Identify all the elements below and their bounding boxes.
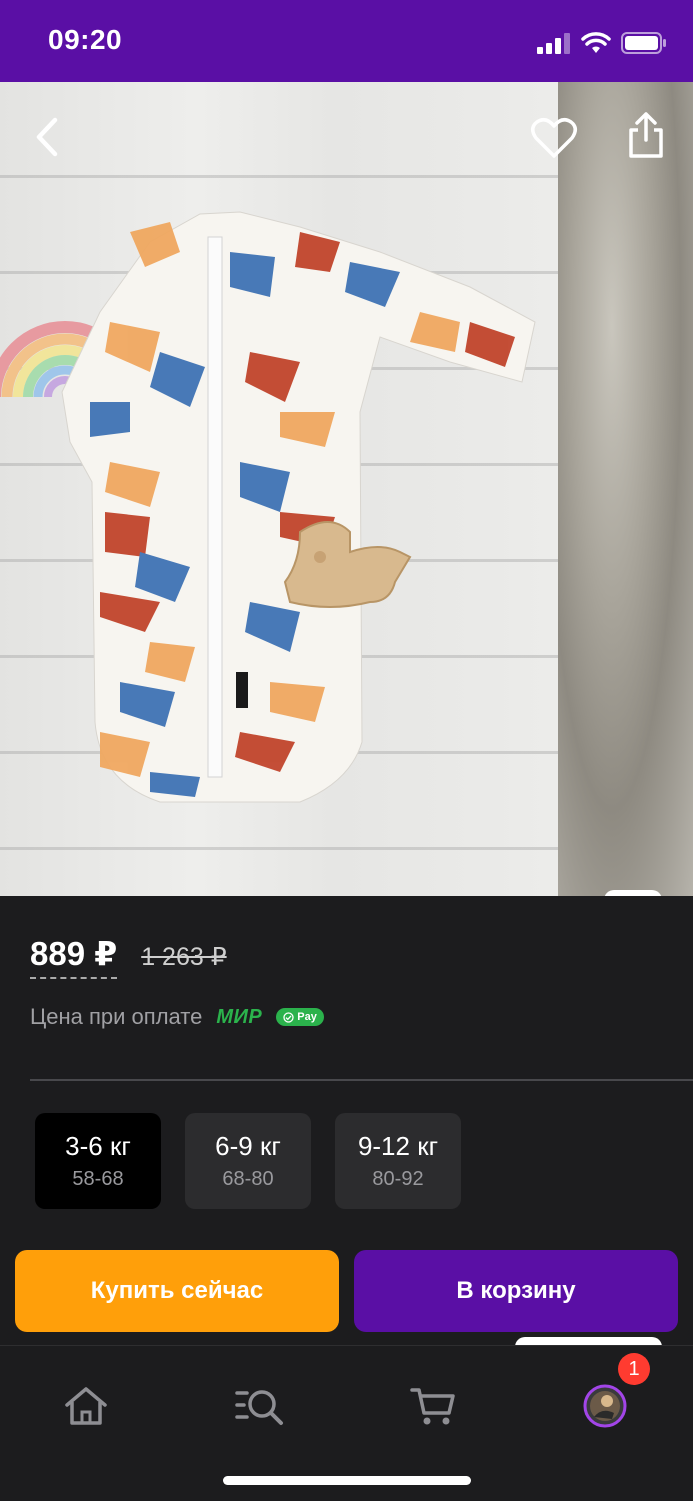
home-indicator	[223, 1476, 471, 1485]
size-selector: 3-6 кг 58-68 6-9 кг 68-80 9-12 кг 80-92	[35, 1113, 461, 1209]
size-option-9-12[interactable]: 9-12 кг 80-92	[335, 1113, 461, 1209]
share-button[interactable]	[626, 110, 666, 160]
size-option-6-9[interactable]: 6-9 кг 68-80	[185, 1113, 311, 1209]
status-bar: 09:20	[0, 0, 693, 82]
next-photo-preview[interactable]	[558, 82, 693, 896]
wifi-icon	[581, 32, 611, 53]
price-current[interactable]: 889 ₽	[30, 934, 118, 979]
nav-profile[interactable]	[575, 1376, 635, 1436]
home-icon	[65, 1387, 107, 1425]
product-photo[interactable]	[0, 82, 558, 896]
buy-now-button[interactable]: Купить сейчас	[15, 1250, 339, 1332]
action-buttons: Купить сейчас В корзину	[15, 1250, 678, 1332]
size-label: 3-6 кг	[65, 1131, 131, 1161]
check-circle-icon	[283, 1011, 294, 1023]
payment-note-row: Цена при оплате МИР Pay	[30, 1004, 324, 1030]
nav-catalog[interactable]	[230, 1376, 290, 1436]
signal-icon	[537, 33, 570, 54]
section-heading-peek	[30, 1238, 70, 1250]
product-gallery[interactable]	[0, 82, 693, 896]
nav-cart[interactable]	[403, 1376, 463, 1436]
mir-logo: МИР	[216, 1005, 263, 1028]
size-label: 9-12 кг	[357, 1131, 439, 1161]
profile-avatar	[583, 1384, 627, 1428]
product-illustration	[0, 211, 536, 803]
back-button[interactable]	[30, 114, 66, 160]
pay-badge-label: Pay	[297, 1011, 317, 1023]
status-time: 09:20	[48, 24, 123, 55]
size-label: 6-9 кг	[215, 1131, 281, 1161]
heart-icon	[531, 118, 577, 158]
cart-icon	[410, 1388, 455, 1425]
favorite-button[interactable]	[530, 116, 578, 160]
catalog-search-icon	[235, 1390, 283, 1425]
size-height: 80-92	[372, 1168, 424, 1190]
divider	[30, 1079, 693, 1081]
profile-notification-badge: 1	[618, 1353, 650, 1385]
add-to-cart-button[interactable]: В корзину	[354, 1250, 678, 1332]
share-icon	[629, 112, 663, 158]
payment-note: Цена при оплате	[30, 1004, 203, 1029]
back-icon	[36, 117, 58, 157]
image-search-button[interactable]	[604, 890, 662, 896]
size-height: 58-68	[72, 1168, 124, 1190]
price-old: 1 263 ₽	[141, 943, 227, 971]
size-option-3-6[interactable]: 3-6 кг 58-68	[35, 1113, 161, 1209]
price-row: 889 ₽ 1 263 ₽	[30, 934, 227, 979]
size-height: 68-80	[222, 1168, 274, 1190]
nav-home[interactable]	[56, 1376, 116, 1436]
mir-pay-badge: Pay	[276, 1008, 324, 1026]
status-icons	[537, 30, 667, 56]
battery-icon	[621, 32, 666, 54]
